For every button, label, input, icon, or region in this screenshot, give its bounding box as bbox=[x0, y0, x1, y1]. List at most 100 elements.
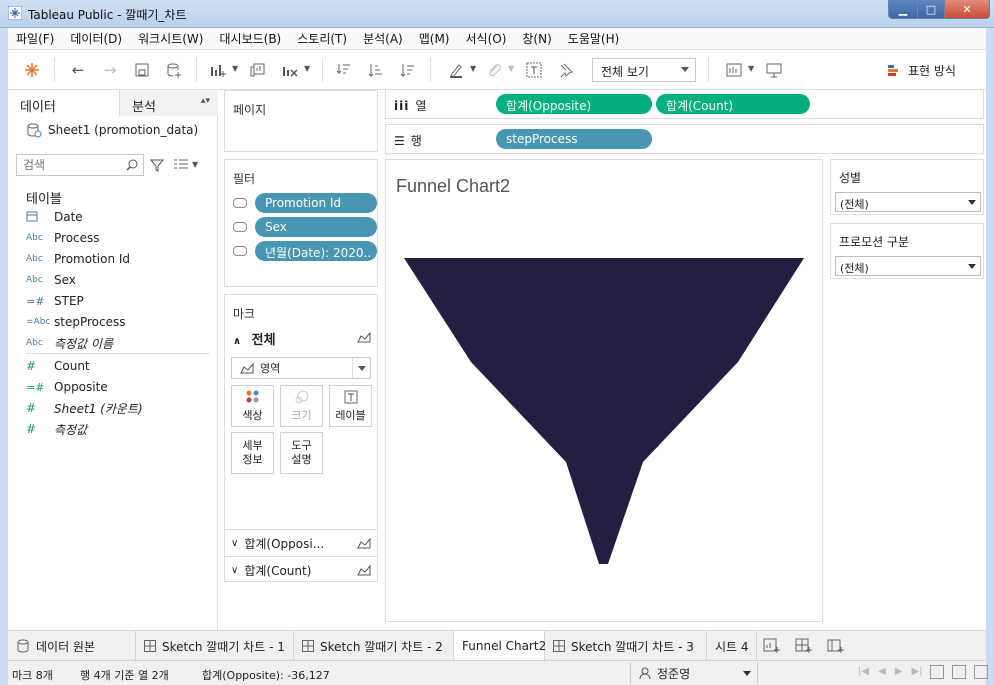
field-opposite[interactable]: =# Opposite bbox=[26, 377, 108, 397]
menu-file[interactable]: 파일(F) bbox=[8, 30, 62, 47]
color-button[interactable]: 색상 bbox=[231, 385, 274, 427]
quick-filter-dropdown[interactable]: (전체) bbox=[835, 192, 981, 212]
rows-pill-stepprocess[interactable]: stepProcess bbox=[496, 129, 652, 149]
menu-analysis[interactable]: 분석(A) bbox=[355, 30, 411, 47]
field-measure-values[interactable]: # 측정값 bbox=[26, 419, 87, 439]
chevron-down-icon[interactable]: ▼ bbox=[470, 64, 476, 73]
view-options-button[interactable]: ▼ bbox=[174, 158, 198, 170]
sort-ascending-button[interactable] bbox=[366, 60, 386, 80]
duplicate-sheet-button[interactable] bbox=[248, 60, 268, 80]
filter-pill[interactable]: Sex bbox=[255, 217, 377, 237]
datasource-item[interactable]: Sheet1 (promotion_data) bbox=[26, 122, 198, 138]
close-button[interactable]: ✕ bbox=[944, 0, 990, 19]
clear-sheet-button[interactable] bbox=[280, 60, 300, 80]
columns-pill-count[interactable]: 합계(Count) bbox=[656, 94, 810, 114]
highlight-button[interactable] bbox=[446, 60, 466, 80]
columns-shelf[interactable]: iii 열 합계(Opposite) 합계(Count) bbox=[385, 89, 984, 119]
columns-pill-opposite[interactable]: 합계(Opposite) bbox=[496, 94, 652, 114]
show-cards-button[interactable] bbox=[724, 60, 744, 80]
field-sex[interactable]: Abc Sex bbox=[26, 270, 76, 290]
detail-button[interactable]: 세부 정보 bbox=[231, 432, 274, 474]
fit-dropdown[interactable]: 전체 보기 bbox=[592, 58, 696, 82]
field-date[interactable]: Date bbox=[26, 207, 83, 227]
chevron-down-icon[interactable]: ▼ bbox=[304, 64, 310, 73]
presentation-mode-button[interactable] bbox=[764, 60, 784, 80]
pages-shelf[interactable]: 페이지 bbox=[224, 90, 378, 152]
minimize-button[interactable]: ▁ bbox=[888, 0, 918, 19]
marks-all-header[interactable]: ∧ 전체 bbox=[233, 329, 371, 348]
prev-sheet-icon[interactable]: ◀ bbox=[878, 666, 886, 677]
funnel-area-chart[interactable] bbox=[386, 160, 824, 623]
undo-button[interactable]: ← bbox=[68, 60, 88, 80]
search-input[interactable] bbox=[17, 155, 117, 175]
menu-format[interactable]: 서식(O) bbox=[458, 30, 515, 47]
filter-icon[interactable] bbox=[150, 158, 164, 172]
mark-type-dropdown[interactable]: 영역 bbox=[231, 357, 371, 379]
grid-view-icon[interactable] bbox=[930, 665, 944, 679]
filter-date[interactable]: 년월(Date): 2020.. bbox=[233, 240, 377, 262]
tab-sketch-2[interactable]: Sketch 깔때기 차트 - 2 bbox=[294, 631, 454, 661]
tabs-view-icon[interactable] bbox=[974, 665, 988, 679]
show-me-button[interactable]: 표현 방식 bbox=[888, 62, 956, 79]
menu-data[interactable]: 데이터(D) bbox=[62, 30, 130, 47]
field-count[interactable]: # Count bbox=[26, 356, 90, 376]
funnel-area-shape[interactable] bbox=[404, 258, 804, 564]
group-button[interactable] bbox=[484, 60, 504, 80]
tooltip-button[interactable]: 도구 설명 bbox=[280, 432, 323, 474]
rows-shelf[interactable]: ☰ 행 stepProcess bbox=[385, 124, 984, 154]
save-button[interactable] bbox=[132, 60, 152, 80]
field-step[interactable]: =# STEP bbox=[26, 291, 84, 311]
label-button[interactable]: 레이블 bbox=[329, 385, 372, 427]
last-sheet-icon[interactable]: ▶| bbox=[911, 666, 922, 677]
filter-sex[interactable]: Sex bbox=[233, 216, 377, 238]
marks-measure-count[interactable]: ∨ 합계(Count) bbox=[231, 558, 371, 582]
new-dashboard-icon[interactable] bbox=[794, 637, 814, 655]
redo-button[interactable]: → bbox=[100, 60, 120, 80]
chevron-down-icon[interactable]: ▼ bbox=[508, 64, 514, 73]
field-stepprocess[interactable]: =Abc stepProcess bbox=[26, 312, 125, 332]
tableau-home-button[interactable] bbox=[22, 60, 42, 80]
field-process[interactable]: Abc Process bbox=[26, 228, 100, 248]
show-labels-button[interactable] bbox=[524, 60, 544, 80]
new-datasource-button[interactable] bbox=[164, 60, 184, 80]
menu-dashboard[interactable]: 대시보드(B) bbox=[211, 30, 289, 47]
sort-descending-button[interactable] bbox=[398, 60, 418, 80]
tab-sketch-3[interactable]: Sketch 깔때기 차트 - 3 bbox=[545, 631, 707, 661]
worksheet-view[interactable]: Funnel Chart2 bbox=[385, 159, 823, 622]
menu-worksheet[interactable]: 워크시트(W) bbox=[130, 30, 211, 47]
next-sheet-icon[interactable]: ▶ bbox=[895, 666, 903, 677]
chevron-down-icon[interactable]: ▼ bbox=[748, 64, 754, 73]
new-worksheet-icon[interactable] bbox=[762, 637, 782, 655]
tab-sketch-1[interactable]: Sketch 깔때기 차트 - 1 bbox=[136, 631, 294, 661]
maximize-button[interactable]: □ bbox=[917, 0, 945, 19]
menu-help[interactable]: 도움말(H) bbox=[560, 30, 628, 47]
chevron-down-icon[interactable]: ▼ bbox=[232, 64, 238, 73]
tab-funnel-chart2[interactable]: Funnel Chart2 bbox=[454, 631, 546, 661]
filter-pill[interactable]: 년월(Date): 2020.. bbox=[255, 241, 377, 261]
marks-measure-opposite[interactable]: ∨ 합계(Opposi... bbox=[231, 531, 371, 555]
filmstrip-view-icon[interactable] bbox=[952, 665, 966, 679]
tab-sheet-4[interactable]: 시트 4 bbox=[707, 631, 757, 661]
filter-promotion-id[interactable]: Promotion Id bbox=[233, 192, 377, 214]
first-sheet-icon[interactable]: |◀ bbox=[858, 666, 869, 677]
new-story-icon[interactable] bbox=[826, 637, 846, 655]
tab-data-source[interactable]: 데이터 원본 bbox=[8, 631, 136, 661]
filters-shelf[interactable]: 필터 Promotion Id Sex 년월(Date): 2020.. bbox=[224, 159, 378, 287]
quick-filter-dropdown[interactable]: (전체) bbox=[835, 256, 981, 276]
menu-story[interactable]: 스토리(T) bbox=[289, 30, 355, 47]
swap-rows-columns-button[interactable] bbox=[334, 60, 354, 80]
fix-axes-button[interactable] bbox=[556, 60, 576, 80]
filter-pill[interactable]: Promotion Id bbox=[255, 193, 377, 213]
field-name: Promotion Id bbox=[54, 252, 131, 266]
new-worksheet-button[interactable] bbox=[208, 60, 228, 80]
field-record-count[interactable]: # Sheet1 (카운트) bbox=[26, 398, 143, 418]
menu-map[interactable]: 맵(M) bbox=[411, 30, 458, 47]
tab-data[interactable]: 데이터 bbox=[8, 90, 120, 116]
field-promotion-id[interactable]: Abc Promotion Id bbox=[26, 249, 130, 269]
user-account-dropdown[interactable]: 정준영 bbox=[630, 662, 758, 684]
menu-window[interactable]: 창(N) bbox=[514, 30, 559, 47]
field-measure-names[interactable]: Abc 측정값 이름 bbox=[26, 333, 113, 353]
tab-analysis[interactable]: 분석 ▴▾ bbox=[120, 90, 218, 116]
size-button[interactable]: 크기 bbox=[280, 385, 323, 427]
field-search[interactable] bbox=[16, 154, 144, 176]
